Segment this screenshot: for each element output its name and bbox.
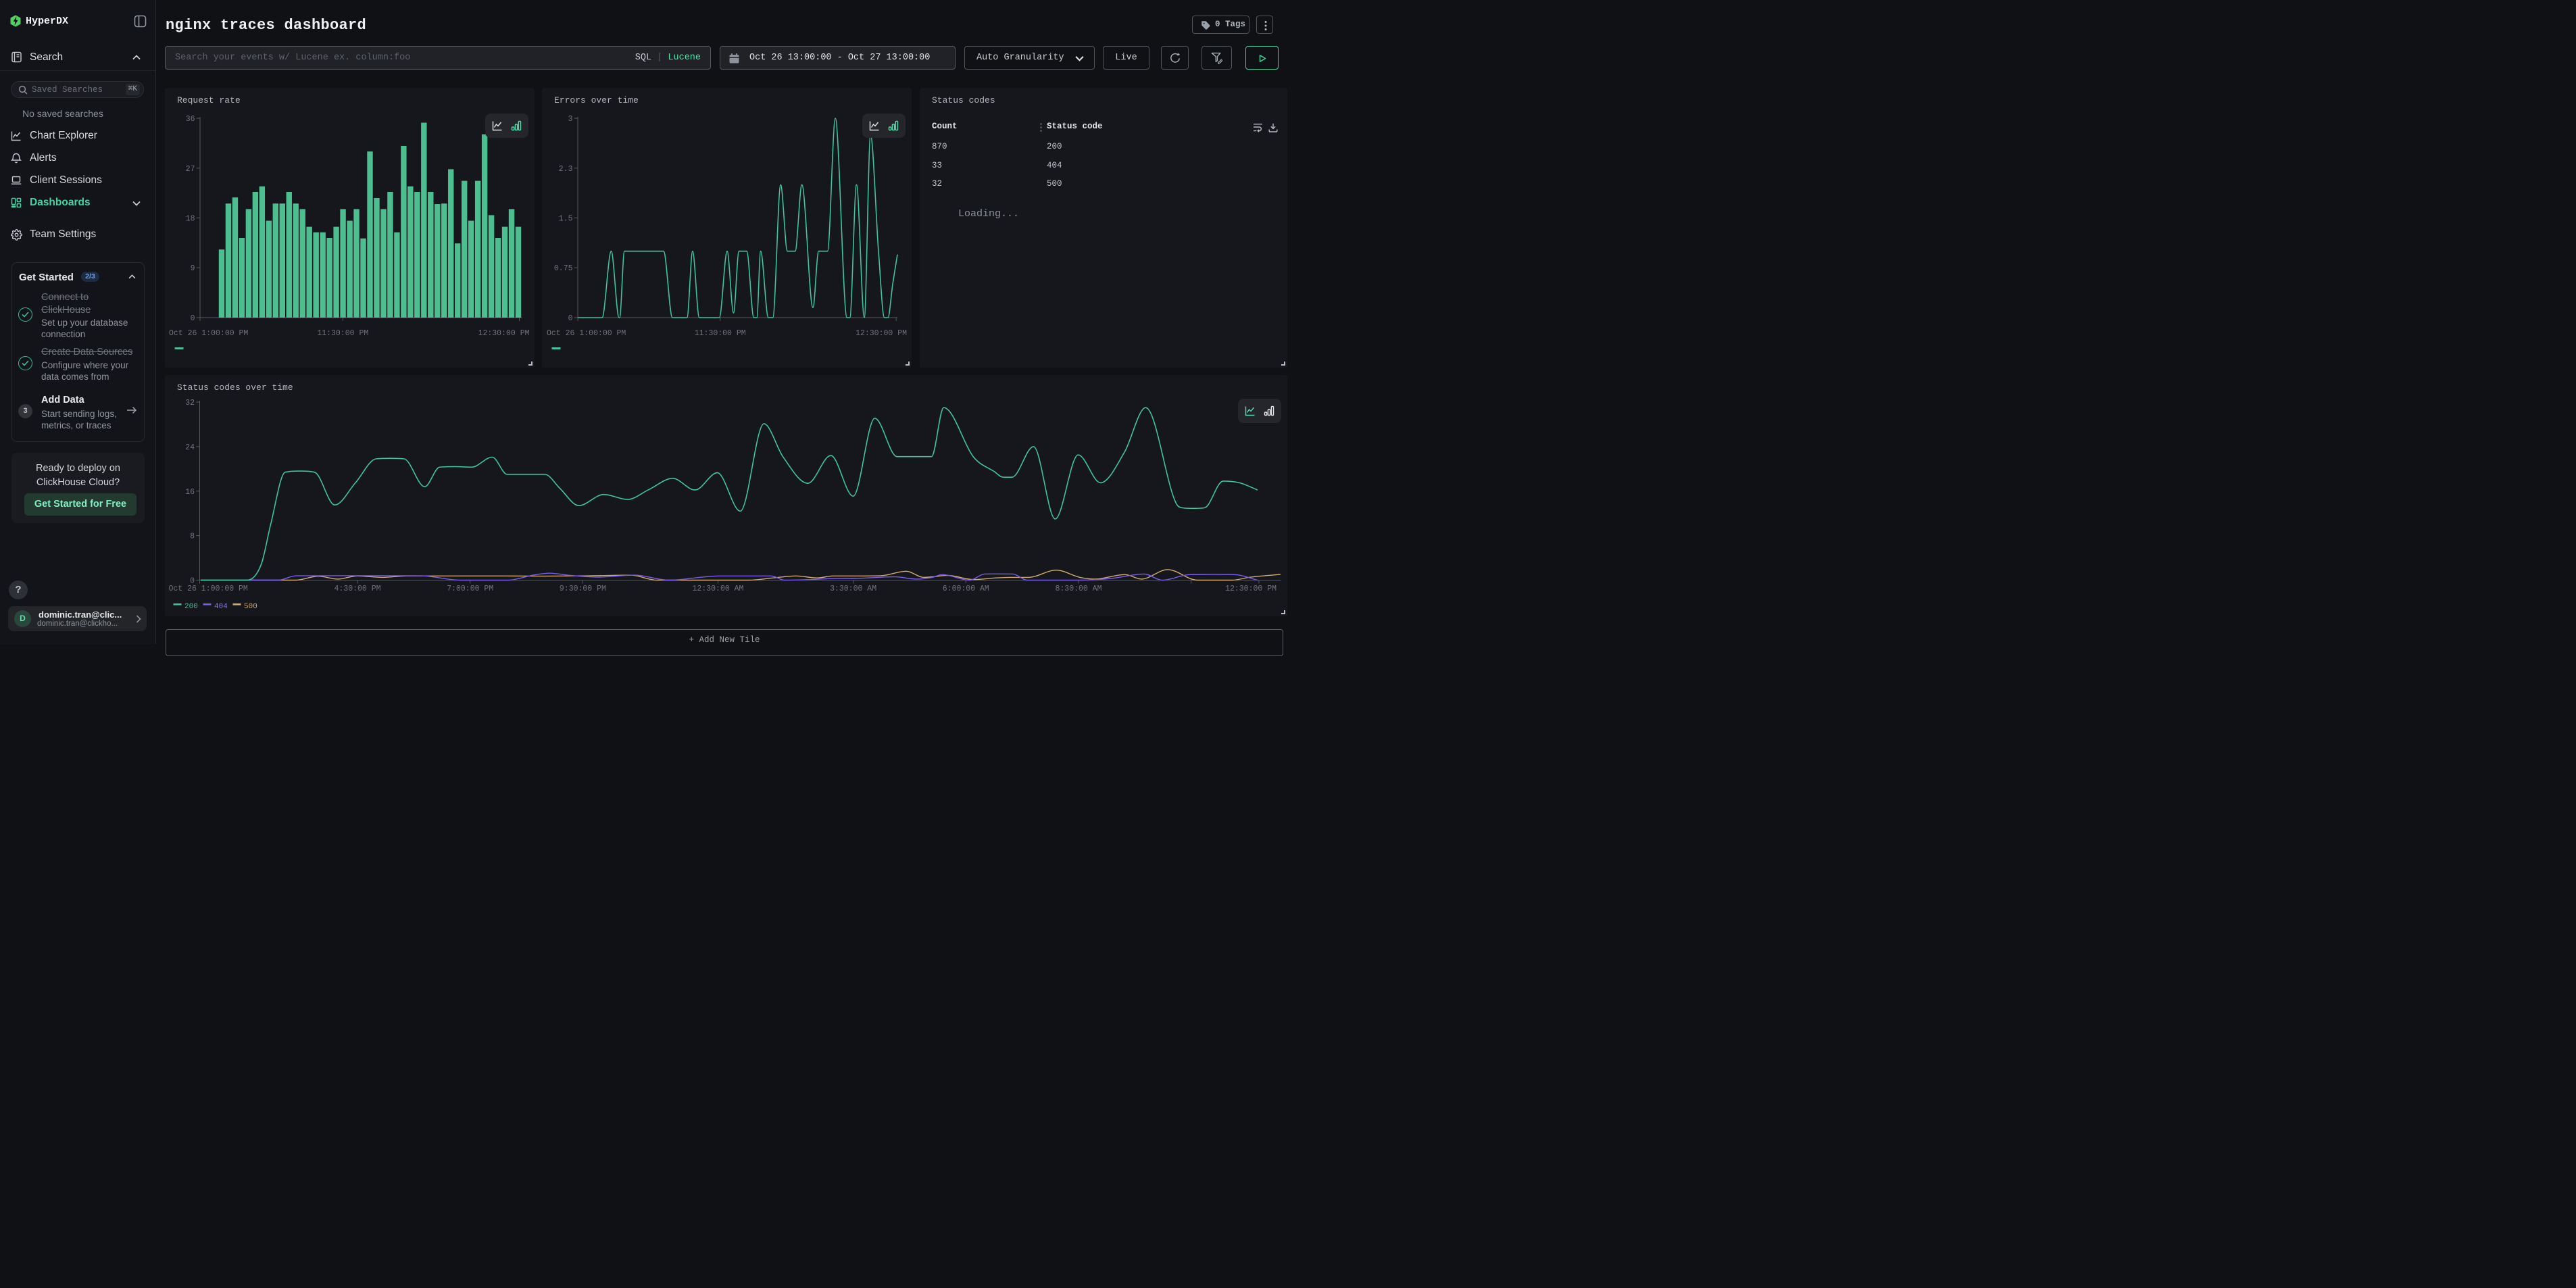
svg-text:18: 18 (186, 215, 195, 224)
svg-text:11:30:00 PM: 11:30:00 PM (317, 329, 368, 338)
svg-text:3: 3 (568, 115, 573, 124)
svg-text:27: 27 (186, 165, 195, 174)
svg-text:12:30:00 AM: 12:30:00 AM (693, 585, 744, 593)
svg-text:3:30:00 AM: 3:30:00 AM (830, 585, 876, 593)
svg-text:9: 9 (191, 264, 195, 273)
svg-text:2.3: 2.3 (559, 165, 573, 174)
svg-text:1.5: 1.5 (559, 215, 573, 224)
svg-text:7:00:00 PM: 7:00:00 PM (447, 585, 493, 593)
svg-text:Oct 26 1:00:00 PM: Oct 26 1:00:00 PM (547, 329, 626, 338)
svg-text:9:30:00 PM: 9:30:00 PM (560, 585, 606, 593)
svg-text:0: 0 (568, 314, 573, 323)
svg-text:Oct 26 1:00:00 PM: Oct 26 1:00:00 PM (169, 585, 248, 593)
svg-text:12:30:00 PM: 12:30:00 PM (478, 329, 530, 338)
svg-text:500: 500 (244, 603, 257, 611)
svg-text:6:00:00 AM: 6:00:00 AM (943, 585, 989, 593)
svg-text:12:30:00 PM: 12:30:00 PM (1225, 585, 1277, 593)
svg-text:8: 8 (190, 532, 195, 541)
svg-text:404: 404 (214, 603, 228, 611)
svg-text:32: 32 (185, 399, 195, 407)
svg-text:12:30:00 PM: 12:30:00 PM (856, 329, 907, 338)
svg-text:36: 36 (186, 115, 195, 124)
svg-text:Oct 26 1:00:00 PM: Oct 26 1:00:00 PM (169, 329, 248, 338)
svg-text:0.75: 0.75 (554, 264, 573, 273)
svg-text:200: 200 (184, 603, 198, 611)
svg-text:16: 16 (185, 488, 195, 497)
svg-text:11:30:00 PM: 11:30:00 PM (695, 329, 746, 338)
svg-text:0: 0 (191, 314, 195, 323)
svg-text:24: 24 (185, 443, 195, 452)
svg-text:4:30:00 PM: 4:30:00 PM (334, 585, 380, 593)
svg-text:8:30:00 AM: 8:30:00 AM (1055, 585, 1101, 593)
